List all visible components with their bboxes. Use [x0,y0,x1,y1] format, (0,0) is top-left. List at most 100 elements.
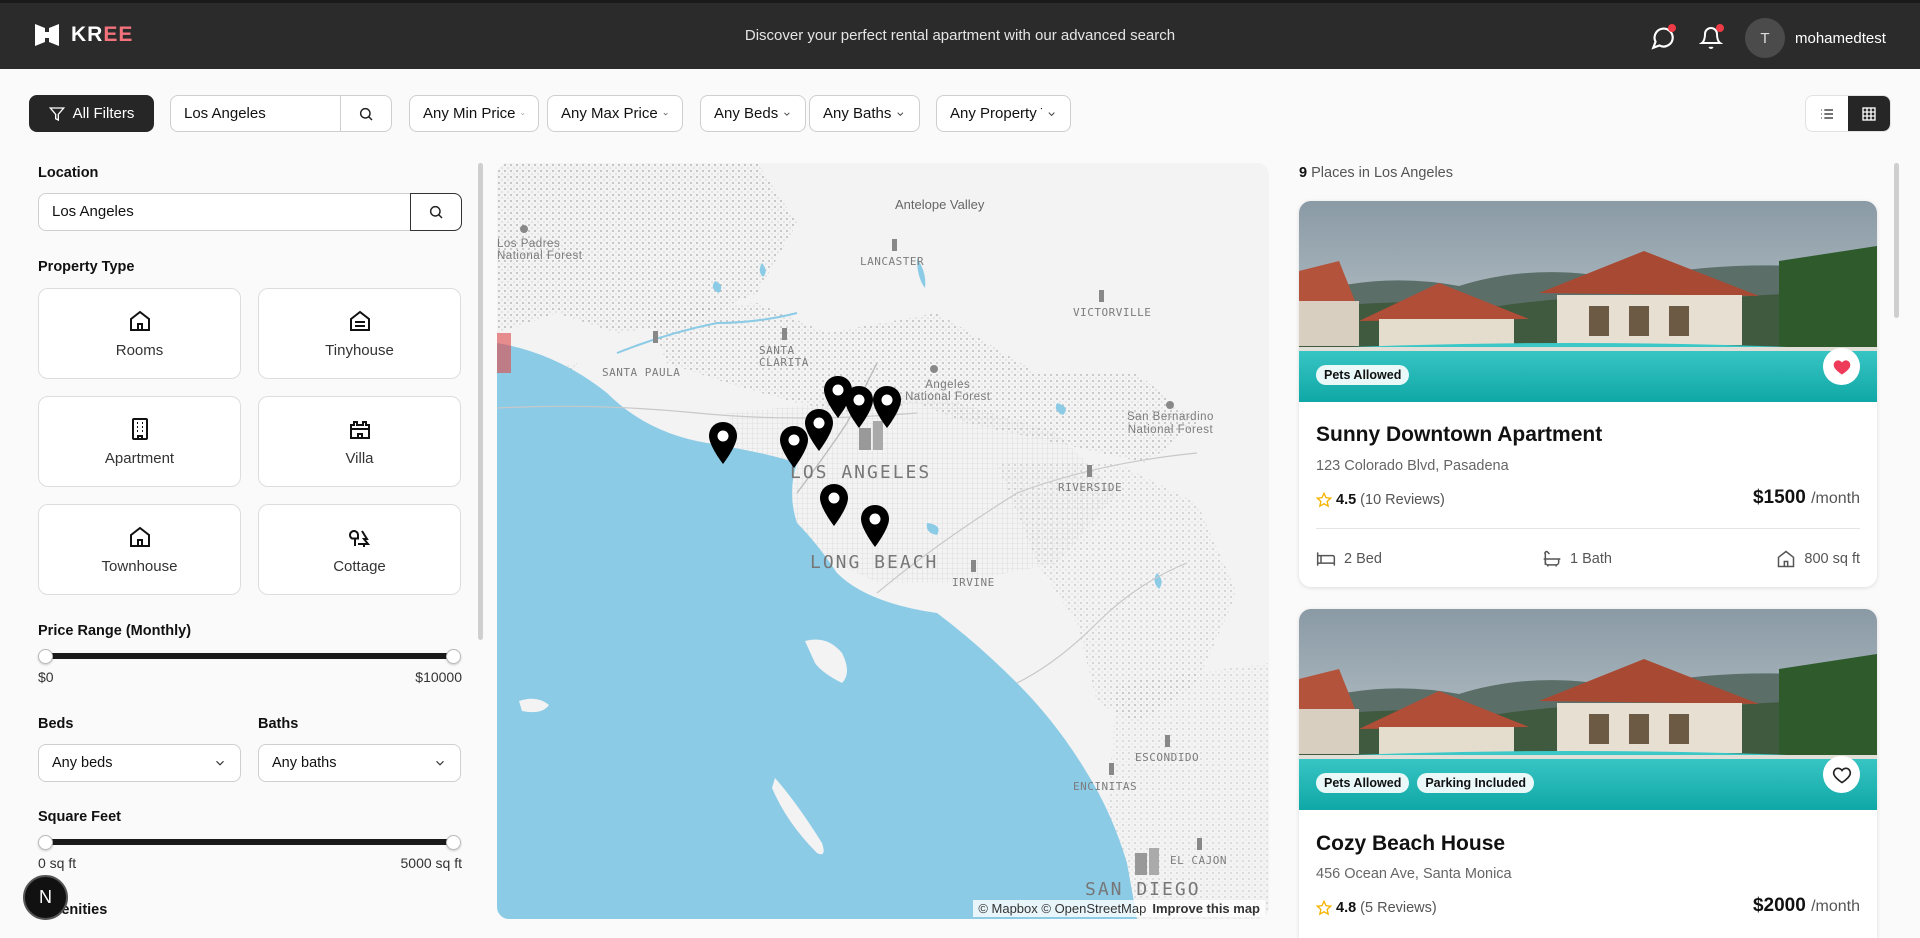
sqft-max-label: 5000 sq ft [400,855,463,871]
listing-price: $2000 /month [1753,895,1860,917]
badge-pets-allowed: Pets Allowed [1316,773,1410,793]
sidebar-location-search-button[interactable] [410,193,462,231]
map-pin-marker[interactable] [708,421,738,465]
view-mode-toggle [1805,95,1891,132]
min-price-dropdown[interactable]: Any Min Price [409,95,539,132]
price-range-heading: Price Range (Monthly) [38,623,192,639]
card-divider [1316,528,1860,529]
star-icon [1316,492,1332,508]
property-type-label: Villa [345,449,374,467]
chevron-down-icon [216,760,224,766]
brand-text-ee: EE [103,23,134,46]
listing-card[interactable]: Pets Allowed Sunny Downtown Apartment 12… [1299,201,1877,587]
beds-dropdown[interactable]: Any Beds [700,95,806,132]
map-label-long-beach: LONG BEACH [810,552,939,573]
results-count-number: 9 [1299,165,1308,181]
sidebar-location-input[interactable]: Los Angeles [39,194,411,230]
list-view-button[interactable] [1806,96,1848,131]
sidebar-scrollbar[interactable] [478,163,483,640]
castle-icon [349,420,370,439]
sidebar-baths-select[interactable]: Any baths [258,744,461,782]
badge-pets-allowed: Pets Allowed [1316,365,1410,385]
property-type-tinyhouse[interactable]: Tinyhouse [258,288,461,379]
listing-sqft: 800 sq ft [1776,549,1860,569]
location-search-input[interactable]: Los Angeles [171,96,341,131]
all-filters-button[interactable]: All Filters [29,95,154,132]
map-pin-marker[interactable] [872,385,902,429]
price-unit: /month [1811,898,1860,915]
max-price-label: Any Max Price [561,105,658,122]
rating-value: 4.5 [1336,492,1357,508]
chevron-down-icon [520,112,524,115]
listing-photo[interactable]: Pets Allowed [1299,201,1877,402]
listings-scrollbar[interactable] [1894,163,1899,318]
next-dev-badge[interactable]: N [23,875,68,920]
listing-badges: Pets Allowed [1316,365,1410,385]
map-label-el-cajon: EL CAJON [1170,854,1227,867]
top-navigation-bar: KREE Discover your perfect rental apartm… [0,0,1920,69]
max-price-dropdown[interactable]: Any Max Price [547,95,683,132]
price-max-handle[interactable] [446,649,461,664]
sqft-min-label: 0 sq ft [38,855,77,871]
baths-filter-label: Any Baths [823,105,892,122]
map-label-los-angeles: LOS ANGELES [790,462,932,483]
badge-parking-included: Parking Included [1417,773,1535,793]
map-attribution-text[interactable]: © Mapbox © OpenStreetMap [978,901,1146,916]
baths-heading: Baths [258,716,299,732]
property-type-townhouse[interactable]: Townhouse [38,504,241,595]
sqft-max-handle[interactable] [446,835,461,850]
notifications-button[interactable] [1696,23,1726,53]
property-type-filter-label: Any Property Type [950,105,1042,122]
map-pin-marker[interactable] [819,483,849,527]
listing-card[interactable]: Pets Allowed Parking Included Cozy Beach… [1299,609,1877,938]
filters-sidebar: Location Los Angeles Property Type Rooms… [38,163,462,938]
messages-button[interactable] [1648,23,1678,53]
notifications-dot [1716,24,1724,32]
property-type-apartment[interactable]: Apartment [38,396,241,487]
price-unit: /month [1811,490,1860,507]
grid-view-button[interactable] [1848,96,1890,131]
review-count: (10 Reviews) [1360,492,1445,508]
listing-title[interactable]: Sunny Downtown Apartment [1316,423,1602,447]
listing-price: $1500 /month [1753,487,1860,509]
map-label-santa-clarita: SANTA CLARITA [759,344,809,369]
favorite-button[interactable] [1823,756,1860,793]
beds-count: 2 Bed [1344,551,1382,567]
property-type-rooms[interactable]: Rooms [38,288,241,379]
improve-map-link[interactable]: Improve this map [1152,901,1260,916]
property-map[interactable]: Antelope Valley Los Padres National Fore… [497,163,1269,919]
favorite-button[interactable] [1823,348,1860,385]
beds-select-value: Any beds [52,755,113,771]
sqft-range-slider[interactable] [46,839,454,845]
trees-icon [348,529,370,547]
map-label-victorville: VICTORVILLE [1073,306,1152,319]
map-pin-marker[interactable] [844,385,874,429]
listing-photo[interactable]: Pets Allowed Parking Included [1299,609,1877,810]
results-count: 9 Places in Los Angeles [1299,165,1453,181]
messages-notification-dot [1668,24,1676,32]
price-range-slider[interactable] [46,653,454,659]
property-type-dropdown[interactable]: Any Property Type [936,95,1071,132]
map-label-lancaster: LANCASTER [860,255,925,268]
property-type-villa[interactable]: Villa [258,396,461,487]
user-avatar[interactable]: T [1745,18,1785,58]
property-type-label: Cottage [333,557,386,575]
listing-address: 123 Colorado Blvd, Pasadena [1316,458,1509,474]
tinyhouse-icon [349,310,370,331]
listing-title[interactable]: Cozy Beach House [1316,832,1505,856]
results-count-suffix: Places in Los Angeles [1311,165,1453,181]
listing-badges: Pets Allowed Parking Included [1316,773,1535,793]
property-type-cottage[interactable]: Cottage [258,504,461,595]
location-search-bar: Los Angeles [170,95,392,132]
brand-logo[interactable]: KREE [33,22,133,48]
sidebar-beds-select[interactable]: Any beds [38,744,241,782]
beds-heading: Beds [38,716,74,732]
price-min-handle[interactable] [38,649,53,664]
baths-dropdown[interactable]: Any Baths [809,95,920,132]
map-label-irvine: IRVINE [952,576,995,589]
brand-text-kr: KR [71,23,104,46]
location-search-button[interactable] [341,96,391,131]
sqft-min-handle[interactable] [38,835,53,850]
username-label[interactable]: mohamedtest [1795,30,1886,47]
map-pin-marker[interactable] [860,504,890,548]
